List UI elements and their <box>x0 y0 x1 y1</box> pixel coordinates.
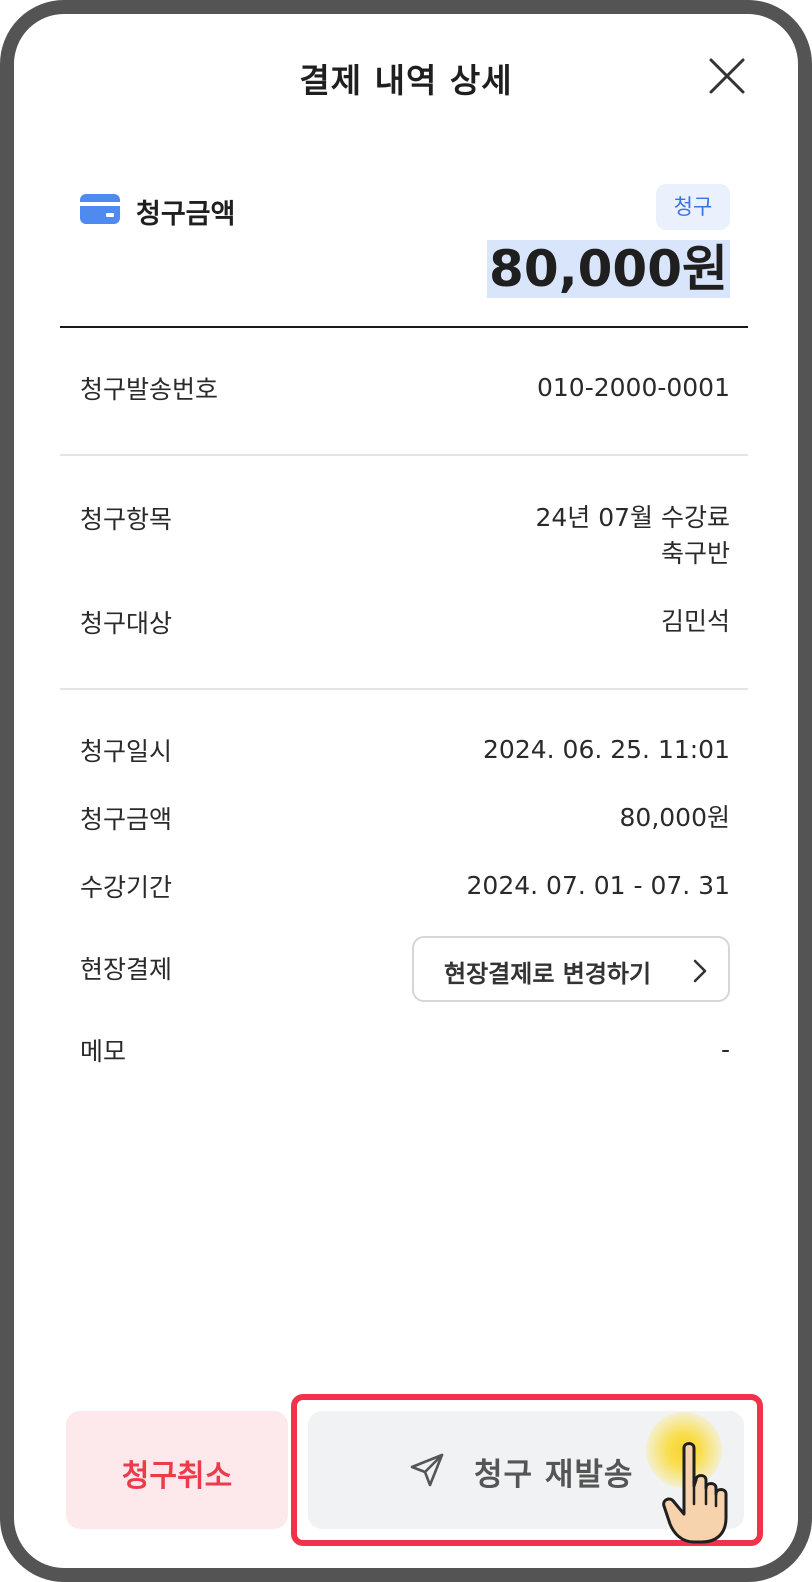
amount-detail-value: 80,000원 <box>619 803 730 832</box>
target-label: 청구대상 <box>80 609 173 638</box>
cancel-charge-button[interactable]: 청구취소 <box>66 1411 288 1529</box>
period-value: 2024. 07. 01 - 07. 31 <box>466 871 730 900</box>
onsite-label: 현장결제 <box>80 955 173 984</box>
phone-frame: 결제 내역 상세 청구금액 청구 80,000원 청구발송번호 010-2000… <box>0 0 812 1582</box>
phone-label: 청구발송번호 <box>80 375 219 404</box>
onsite-button-label: 현장결제로 변경하기 <box>444 960 652 988</box>
change-to-onsite-button[interactable]: 현장결제로 변경하기 <box>412 936 730 1002</box>
chevron-right-icon <box>693 959 707 983</box>
send-icon <box>410 1453 444 1487</box>
period-label: 수강기간 <box>80 873 173 902</box>
datetime-value: 2024. 06. 25. 11:01 <box>483 735 730 764</box>
close-icon <box>709 58 745 94</box>
amount-summary: 청구금액 청구 <box>80 182 730 232</box>
item-label: 청구항목 <box>80 505 173 534</box>
divider <box>60 454 748 456</box>
total-amount: 80,000원 <box>487 240 730 298</box>
target-value: 김민석 <box>660 607 730 636</box>
phone-value: 010-2000-0001 <box>536 373 730 402</box>
cancel-charge-label: 청구취소 <box>121 1459 233 1494</box>
close-button[interactable] <box>707 56 747 96</box>
memo-value: - <box>720 1035 730 1064</box>
amount-label: 청구금액 <box>136 199 236 230</box>
memo-label: 메모 <box>80 1037 127 1066</box>
status-badge: 청구 <box>656 184 730 230</box>
amount-detail-label: 청구금액 <box>80 805 173 834</box>
datetime-label: 청구일시 <box>80 737 173 766</box>
item-value: 24년 07월 수강료 축구반 <box>535 500 730 572</box>
payment-detail-screen: 결제 내역 상세 청구금액 청구 80,000원 청구발송번호 010-2000… <box>14 14 798 1568</box>
pointer-hand-icon <box>662 1442 728 1544</box>
item-value-line2: 축구반 <box>660 539 730 568</box>
item-value-line1: 24년 07월 수강료 <box>535 503 730 532</box>
divider <box>60 326 748 328</box>
divider <box>60 688 748 690</box>
credit-card-icon <box>80 194 120 224</box>
page-title: 결제 내역 상세 <box>299 61 513 100</box>
resend-charge-label: 청구 재발송 <box>474 1457 634 1493</box>
